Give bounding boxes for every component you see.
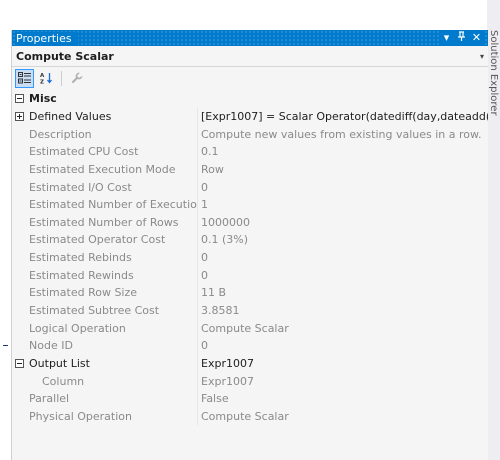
property-value[interactable]: 0 bbox=[197, 266, 488, 285]
property-name: Description bbox=[29, 127, 92, 141]
property-row[interactable]: Logical Operation Compute Scalar bbox=[12, 319, 488, 337]
properties-toolbar: A Z bbox=[12, 67, 488, 89]
object-selector-value: Compute Scalar bbox=[16, 49, 114, 63]
left-edge-marker bbox=[3, 345, 8, 346]
property-row[interactable]: Estimated Number of Executions 1 bbox=[12, 195, 488, 214]
property-row[interactable]: Estimated Execution Mode Row bbox=[12, 160, 488, 179]
toolbar-separator bbox=[61, 70, 62, 86]
property-value[interactable]: 3.8581 bbox=[197, 301, 488, 320]
property-value[interactable]: 0 bbox=[197, 336, 488, 355]
property-name: Column bbox=[42, 374, 85, 388]
property-value[interactable]: 1 bbox=[197, 195, 488, 214]
properties-window: Properties ▾ ✕ Compute Scalar ▾ A Z Misc… bbox=[11, 30, 488, 460]
category-label: Misc bbox=[29, 92, 57, 106]
property-value[interactable]: Expr1007 bbox=[197, 372, 488, 390]
left-edge-strip bbox=[0, 0, 11, 460]
properties-title: Properties bbox=[16, 31, 78, 45]
alphabetical-button[interactable]: A Z bbox=[37, 69, 56, 88]
property-name: Physical Operation bbox=[29, 409, 132, 423]
property-value[interactable]: 1000000 bbox=[197, 213, 488, 232]
property-name: Estimated Rebinds bbox=[29, 251, 132, 265]
property-name: Estimated I/O Cost bbox=[29, 180, 132, 194]
property-row[interactable]: Estimated Number of Rows 1000000 bbox=[12, 213, 488, 232]
property-row[interactable]: Column Expr1007 bbox=[12, 372, 488, 390]
property-name: Estimated Number of Rows bbox=[29, 215, 179, 229]
property-value[interactable]: 0.1 bbox=[197, 142, 488, 161]
expand-icon[interactable] bbox=[14, 111, 24, 121]
property-row[interactable]: Estimated Operator Cost 0.1 (3%) bbox=[12, 231, 488, 249]
property-value[interactable]: 0 bbox=[197, 248, 488, 267]
property-value[interactable]: Compute Scalar bbox=[197, 319, 488, 337]
categorized-button[interactable] bbox=[15, 68, 34, 88]
property-pages-button[interactable] bbox=[67, 69, 86, 88]
property-row[interactable]: Defined Values [Expr1007] = Scalar Operat… bbox=[12, 107, 488, 126]
property-row[interactable]: Physical Operation Compute Scalar bbox=[12, 407, 488, 426]
svg-text:A: A bbox=[40, 73, 45, 79]
property-row[interactable]: Estimated Row Size 11 B bbox=[12, 284, 488, 302]
pin-icon[interactable] bbox=[454, 30, 469, 46]
collapse-icon[interactable] bbox=[14, 94, 24, 104]
alphabetical-icon: A Z bbox=[40, 73, 53, 85]
property-value[interactable]: Row bbox=[197, 160, 488, 179]
property-name: Estimated Subtree Cost bbox=[29, 304, 160, 317]
close-icon[interactable]: ✕ bbox=[469, 30, 484, 46]
property-name: Output List bbox=[29, 356, 90, 370]
solution-explorer-tab[interactable]: Solution Explorer bbox=[487, 30, 500, 120]
property-name: Estimated Execution Mode bbox=[29, 162, 176, 176]
property-name: Estimated Number of Executions bbox=[29, 198, 197, 212]
properties-title-bar[interactable]: Properties ▾ ✕ bbox=[12, 30, 488, 46]
property-row[interactable]: Estimated Subtree Cost 3.8581 bbox=[12, 301, 488, 320]
property-rows: Defined Values [Expr1007] = Scalar Operat… bbox=[12, 107, 488, 426]
property-name: Estimated Row Size bbox=[29, 286, 138, 300]
property-name: Logical Operation bbox=[29, 321, 126, 335]
svg-text:Z: Z bbox=[40, 80, 44, 85]
property-row[interactable]: Estimated CPU Cost 0.1 bbox=[12, 142, 488, 161]
property-value[interactable]: 0 bbox=[197, 178, 488, 196]
window-dropdown-icon[interactable]: ▾ bbox=[439, 30, 454, 46]
category-row-misc[interactable]: Misc bbox=[12, 90, 488, 108]
property-value[interactable]: False bbox=[197, 389, 488, 408]
property-row[interactable]: Estimated Rewinds 0 bbox=[12, 266, 488, 285]
property-row[interactable]: Description Compute new values from exist… bbox=[12, 125, 488, 143]
property-grid: Misc Defined Values [Expr1007] = Scalar O… bbox=[12, 90, 488, 426]
property-value[interactable]: 11 B bbox=[197, 284, 488, 302]
property-name: Estimated CPU Cost bbox=[29, 145, 139, 159]
property-row[interactable]: Parallel False bbox=[12, 389, 488, 408]
property-name: Estimated Rewinds bbox=[29, 268, 134, 282]
property-value[interactable]: Compute Scalar bbox=[197, 407, 488, 426]
property-name: Node ID bbox=[29, 339, 73, 353]
property-name: Parallel bbox=[29, 392, 70, 406]
property-row[interactable]: Node ID 0 bbox=[12, 336, 488, 355]
property-row[interactable]: Estimated Rebinds 0 bbox=[12, 248, 488, 267]
property-name: Estimated Operator Cost bbox=[29, 233, 166, 247]
property-value[interactable]: 0.1 (3%) bbox=[197, 231, 488, 249]
wrench-icon bbox=[71, 72, 83, 83]
categorized-icon bbox=[18, 72, 31, 84]
property-value[interactable]: Expr1007 bbox=[197, 354, 488, 373]
property-name: Defined Values bbox=[29, 109, 112, 123]
chevron-down-icon[interactable]: ▾ bbox=[480, 52, 484, 61]
property-row[interactable]: Estimated I/O Cost 0 bbox=[12, 178, 488, 196]
collapse-icon[interactable] bbox=[14, 358, 24, 368]
property-row[interactable]: Output List Expr1007 bbox=[12, 354, 488, 373]
solution-explorer-tab-label: Solution Explorer bbox=[488, 30, 499, 116]
object-selector[interactable]: Compute Scalar ▾ bbox=[12, 46, 488, 67]
property-value[interactable]: Compute new values from existing values … bbox=[197, 125, 488, 143]
property-value[interactable]: [Expr1007] = Scalar Operator(datediff(da… bbox=[197, 107, 488, 126]
